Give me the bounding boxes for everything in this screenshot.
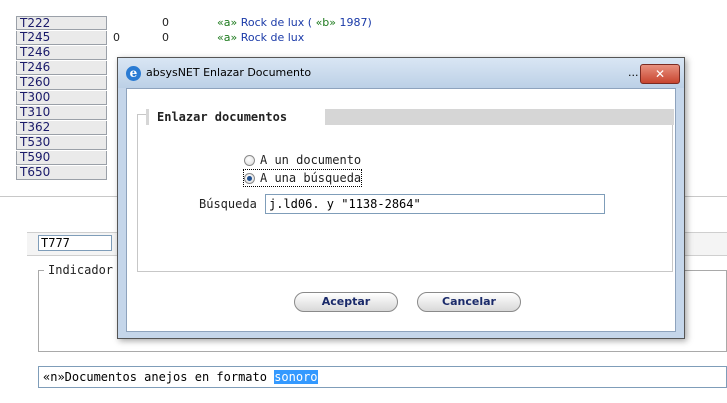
- radio-option-search[interactable]: A una búsqueda: [242, 169, 363, 187]
- radio-label: A una búsqueda: [260, 171, 362, 185]
- field-text: «n»Documentos anejos en formato: [43, 370, 275, 384]
- field-tag[interactable]: T362: [16, 121, 107, 135]
- subfield-content: «a» Rock de lux: [217, 31, 304, 45]
- radio-button[interactable]: [244, 154, 255, 166]
- table-row[interactable]: T245 0 0 «a» Rock de lux: [0, 31, 727, 46]
- field-tag[interactable]: T310: [16, 106, 107, 120]
- radio-selected-dot: [247, 175, 252, 181]
- table-row[interactable]: T222 0 «a» Rock de lux ( «b» 1987): [0, 16, 727, 31]
- subfield-content: «a» Rock de lux ( «b» 1987): [217, 16, 372, 30]
- subfield-code: «b»: [315, 16, 337, 29]
- subfield-value: Rock de lux: [237, 31, 305, 44]
- link-document-dialog: e absysNET Enlazar Documento ... ✕ Enlaz…: [117, 57, 685, 339]
- section-title: Enlazar documentos: [149, 108, 325, 126]
- close-button[interactable]: ✕: [640, 64, 680, 84]
- cancel-button[interactable]: Cancelar: [417, 292, 521, 312]
- indicator-2: 0: [162, 16, 169, 29]
- subfield-code: «a»: [217, 31, 238, 44]
- indicator-2: 0: [162, 31, 169, 44]
- field-tag[interactable]: T260: [16, 76, 107, 90]
- indicator-1: 0: [113, 31, 120, 44]
- selected-text: sonoro: [274, 370, 318, 384]
- ie-icon: e: [126, 66, 141, 81]
- link-options-group: [137, 114, 673, 272]
- title-ellipsis: ...: [628, 66, 639, 79]
- indicators-legend: Indicador: [44, 263, 118, 277]
- radio-option-document[interactable]: A un documento: [244, 152, 361, 168]
- field-tag[interactable]: T222: [16, 16, 107, 30]
- accept-button[interactable]: Aceptar: [294, 292, 398, 312]
- field-tag[interactable]: T246: [16, 61, 107, 75]
- close-icon: ✕: [654, 67, 666, 81]
- search-input[interactable]: [265, 194, 605, 214]
- field-tag[interactable]: T300: [16, 91, 107, 105]
- dialog-body: Enlazar documentos A un documento A una …: [126, 88, 676, 332]
- radio-label: A un documento: [260, 153, 362, 167]
- subfield-value: 1987): [336, 16, 372, 29]
- tag-input[interactable]: T777: [38, 235, 112, 251]
- field-content-editor[interactable]: «n»Documentos anejos en formato sonoro: [38, 366, 727, 388]
- radio-button[interactable]: [244, 172, 255, 184]
- dialog-titlebar[interactable]: e absysNET Enlazar Documento ... ✕: [118, 58, 684, 88]
- dialog-title: absysNET Enlazar Documento: [146, 66, 312, 79]
- field-tag[interactable]: T590: [16, 151, 107, 165]
- subfield-value: Rock de lux (: [237, 16, 316, 29]
- field-tag[interactable]: T650: [16, 166, 107, 180]
- field-tag[interactable]: T246: [16, 46, 107, 60]
- field-tag[interactable]: T245: [16, 31, 107, 45]
- search-label: Búsqueda: [199, 197, 257, 211]
- field-tag[interactable]: T530: [16, 136, 107, 150]
- subfield-code: «a»: [217, 16, 238, 29]
